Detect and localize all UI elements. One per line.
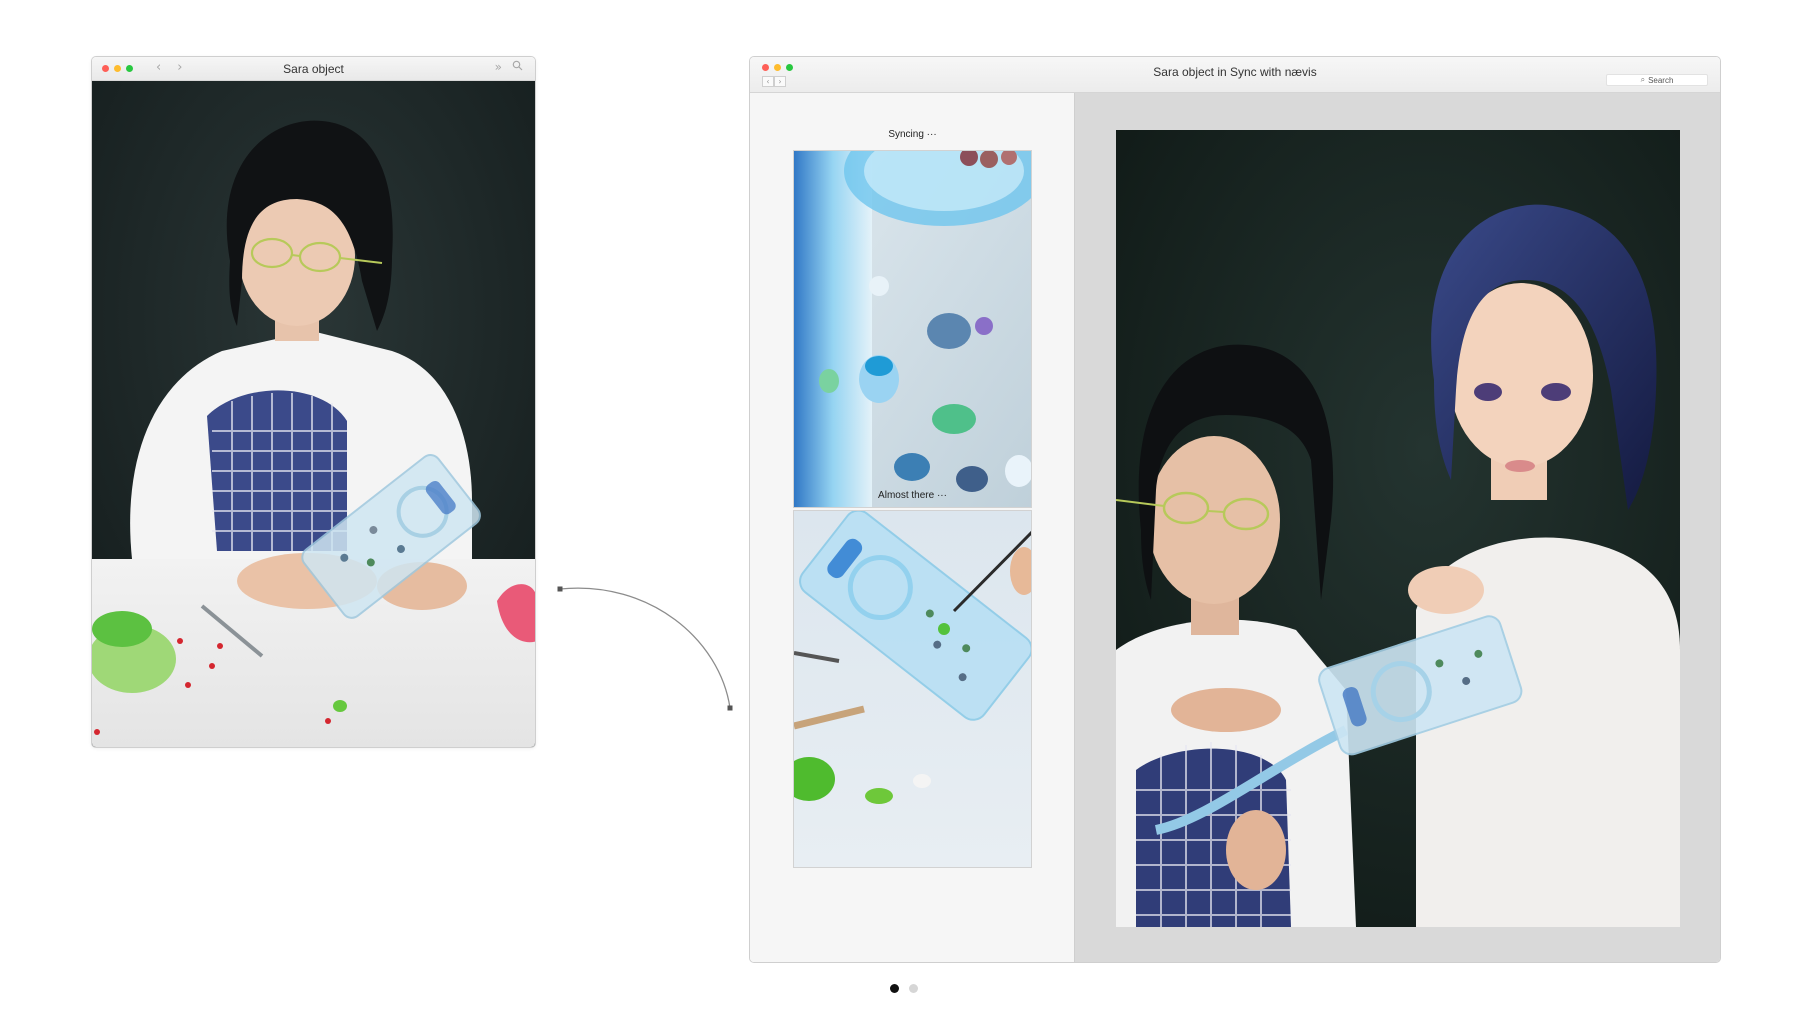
right-window-title: Sara object in Sync with nævis — [1153, 65, 1317, 79]
chevron-double-right-icon[interactable]: » — [495, 60, 502, 74]
main-photo-sync-with-naevis — [1116, 130, 1680, 927]
left-window-titlebar: ‹ › Sara object » — [92, 57, 535, 81]
sidebar-thumbnail-almost-there[interactable] — [793, 510, 1032, 868]
pager-dot-2[interactable] — [909, 984, 918, 993]
sidebar-item-caption-syncing: Syncing ··· — [888, 129, 937, 140]
left-window-tools: » — [495, 60, 523, 74]
left-browser-window: ‹ › Sara object » — [91, 56, 536, 748]
sidebar-thumbnail-syncing[interactable] — [793, 150, 1032, 508]
sidebar: Syncing ··· Almost there ··· — [750, 93, 1075, 962]
left-window-title: Sara object — [283, 62, 344, 76]
search-icon[interactable] — [512, 60, 523, 74]
search-placeholder: Search — [1648, 75, 1674, 85]
carousel-pager — [890, 984, 918, 993]
photo-person-holding-device — [92, 81, 535, 747]
right-app-window: ‹ › Sara object in Sync with nævis ⌕ Sea… — [749, 56, 1721, 963]
search-icon: ⌕ — [1640, 75, 1646, 84]
main-preview-area — [1075, 93, 1720, 962]
search-input[interactable]: ⌕ Search — [1606, 74, 1708, 86]
sidebar-item-caption-almost-there: Almost there ··· — [878, 490, 947, 501]
pager-dot-1[interactable] — [890, 984, 899, 993]
right-window-titlebar: ‹ › Sara object in Sync with nævis ⌕ Sea… — [750, 57, 1720, 93]
